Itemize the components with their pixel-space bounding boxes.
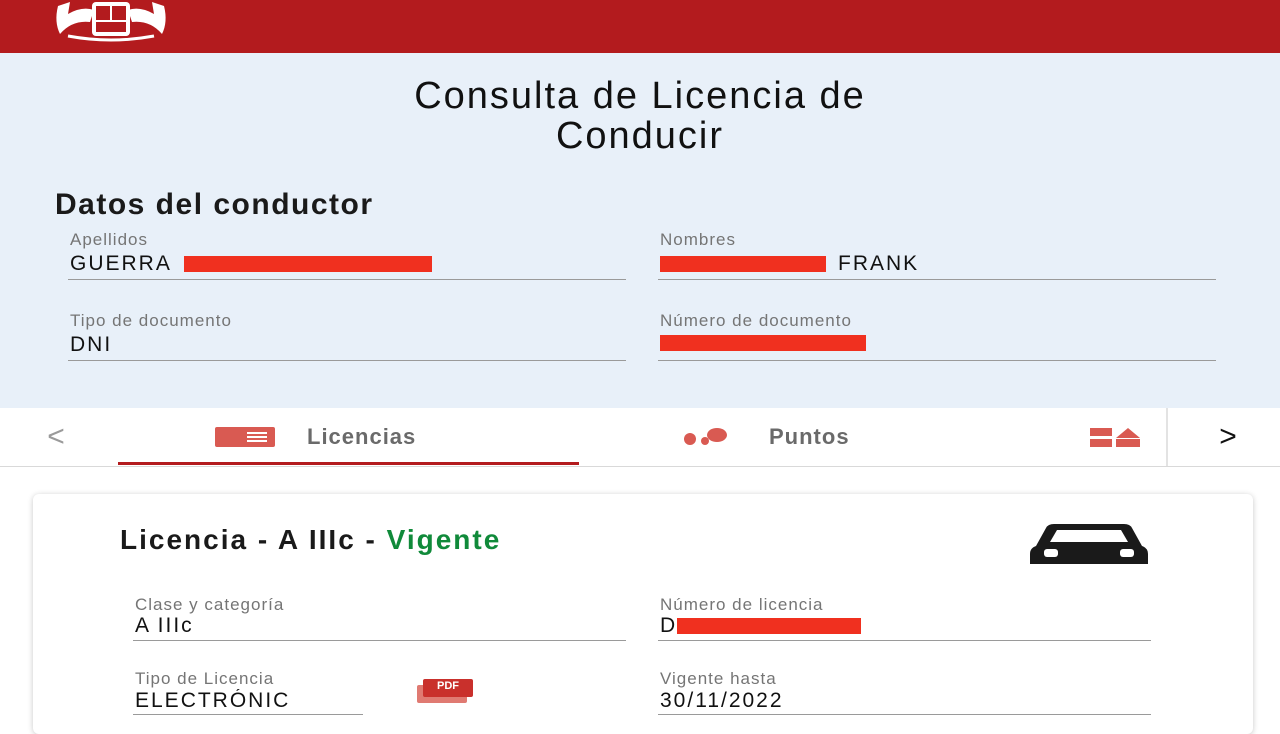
- tab-active-underline: [118, 462, 579, 465]
- numero-licencia-value: D: [660, 614, 862, 638]
- vigente-hasta-field: Vigente hasta 30/11/2022: [658, 668, 1151, 715]
- page-title-line2: Conducir: [555, 115, 725, 157]
- tab-prev-button[interactable]: <: [26, 408, 86, 466]
- license-card-title-text: Licencia - A IIIc -: [120, 524, 387, 555]
- clase-categoria-field: Clase y categoría A IIIc: [133, 594, 626, 641]
- license-card-icon: [215, 427, 275, 447]
- nombres-field: Nombres FRANK: [658, 228, 1216, 280]
- tab-puntos[interactable]: Puntos: [683, 408, 850, 466]
- tipo-licencia-value: ELECTRÓNIC: [135, 689, 291, 712]
- tipo-licencia-label: Tipo de Licencia: [135, 669, 275, 688]
- tipo-documento-value: DNI: [70, 333, 113, 356]
- vigente-hasta-label: Vigente hasta: [660, 669, 777, 688]
- car-icon: [1030, 524, 1148, 564]
- tab-prev-arrow: <: [47, 420, 65, 453]
- tab-next-button[interactable]: >: [1198, 408, 1258, 466]
- emblem-icon: [56, 2, 166, 42]
- nombres-redaction: [660, 256, 826, 272]
- tab-licencias-label: Licencias: [307, 424, 417, 449]
- apellidos-label: Apellidos: [70, 230, 148, 249]
- numero-documento-label: Número de documento: [660, 311, 852, 330]
- numero-licencia-field: Número de licencia D: [658, 594, 1151, 641]
- clase-categoria-label: Clase y categoría: [135, 595, 285, 614]
- numero-documento-redaction: [660, 335, 866, 351]
- tipo-documento-label: Tipo de documento: [70, 311, 232, 330]
- tab-more[interactable]: [1090, 408, 1142, 466]
- tipo-documento-field: Tipo de documento DNI: [68, 309, 626, 361]
- pdf-download-button[interactable]: PDF: [417, 679, 473, 703]
- tab-next-arrow: >: [1219, 420, 1237, 453]
- numero-licencia-label: Número de licencia: [660, 595, 824, 614]
- tab-licencias[interactable]: Licencias: [215, 408, 416, 466]
- apellidos-value: GUERRA: [70, 252, 432, 276]
- license-status: Vigente: [386, 524, 502, 555]
- apellidos-field: Apellidos GUERRA: [68, 228, 626, 280]
- tab-bar: < Licencias Puntos >: [0, 408, 1280, 467]
- section-title-conductor: Datos del conductor: [55, 188, 374, 221]
- apellidos-text: GUERRA: [70, 252, 172, 275]
- top-bar: [0, 0, 1280, 53]
- tab-scroll-divider: [1166, 408, 1168, 466]
- numero-documento-field: Número de documento: [658, 309, 1216, 361]
- numero-documento-value: [660, 335, 866, 351]
- page-title-line1: Consulta de Licencia de: [414, 75, 866, 117]
- license-card-title: Licencia - A IIIc - Vigente: [120, 524, 501, 556]
- points-icon: [684, 428, 727, 445]
- vigente-hasta-value: 30/11/2022: [660, 689, 784, 712]
- more-grid-icon: [1090, 428, 1140, 447]
- tab-puntos-label: Puntos: [769, 424, 850, 449]
- apellidos-redaction: [183, 256, 432, 272]
- tipo-licencia-field: Tipo de Licencia ELECTRÓNIC: [133, 668, 363, 715]
- nombres-text: FRANK: [838, 252, 920, 275]
- nombres-label: Nombres: [660, 230, 736, 249]
- clase-categoria-value: A IIIc: [135, 614, 194, 637]
- nombres-value: FRANK: [660, 252, 919, 276]
- pdf-badge-label: PDF: [437, 680, 459, 692]
- numero-licencia-text: D: [660, 614, 678, 637]
- numero-licencia-redaction: [677, 618, 862, 634]
- page-title: Consulta de Licencia de Conducir: [0, 76, 1280, 156]
